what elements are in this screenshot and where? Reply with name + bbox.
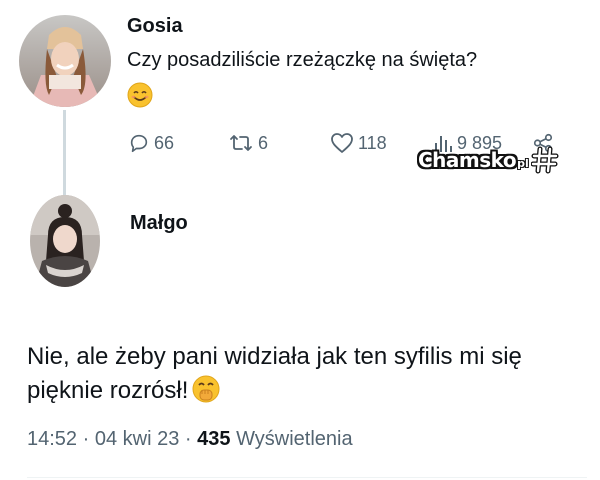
reply-count: 66 <box>154 132 175 153</box>
thread-connector <box>63 110 66 196</box>
reply-author-name[interactable]: Małgo <box>130 212 188 235</box>
retweet-icon <box>230 135 252 151</box>
reply-text: Nie, ale żeby pani widziała jak ten syfi… <box>27 343 522 404</box>
malgo-avatar[interactable] <box>30 195 100 287</box>
reply-body: Nie, ale żeby pani widziała jak ten syfi… <box>27 340 587 408</box>
watermark-suffix: pl <box>517 156 529 170</box>
watermark-text: Chamsko <box>418 148 517 172</box>
hashtag-logo-icon <box>530 146 559 174</box>
tweet-date[interactable]: 04 kwi 23 <box>95 428 180 450</box>
avatar-photo <box>19 15 111 107</box>
avatar-photo <box>30 195 100 287</box>
like-button[interactable]: 118 <box>330 130 387 156</box>
reply-button[interactable]: 66 <box>128 130 174 156</box>
views-label: Wyświetlenia <box>236 428 353 450</box>
retweet-button[interactable]: 6 <box>228 130 268 156</box>
reply-icon <box>130 134 148 153</box>
gosia-avatar[interactable] <box>19 15 111 107</box>
divider <box>27 477 587 478</box>
separator-dot: · <box>179 428 198 450</box>
tweet-meta: 14:52 · 04 kwi 23 · 435 Wyświetlenia <box>27 428 353 451</box>
tweet-author-name[interactable]: Gosia <box>127 15 183 38</box>
smiling-face-emoji-icon <box>127 82 153 108</box>
heart-icon <box>331 133 353 153</box>
chamsko-watermark: Chamsko pl <box>418 146 559 174</box>
separator-dot: · <box>77 428 95 450</box>
retweet-count: 6 <box>258 132 269 153</box>
like-count: 118 <box>358 132 387 153</box>
tweet-time[interactable]: 14:52 <box>27 428 77 450</box>
hand-over-mouth-emoji-icon <box>192 375 220 403</box>
tweet-text: Czy posadziliście rzeżączkę na święta? <box>127 49 478 71</box>
views-total: 435 <box>197 428 231 450</box>
